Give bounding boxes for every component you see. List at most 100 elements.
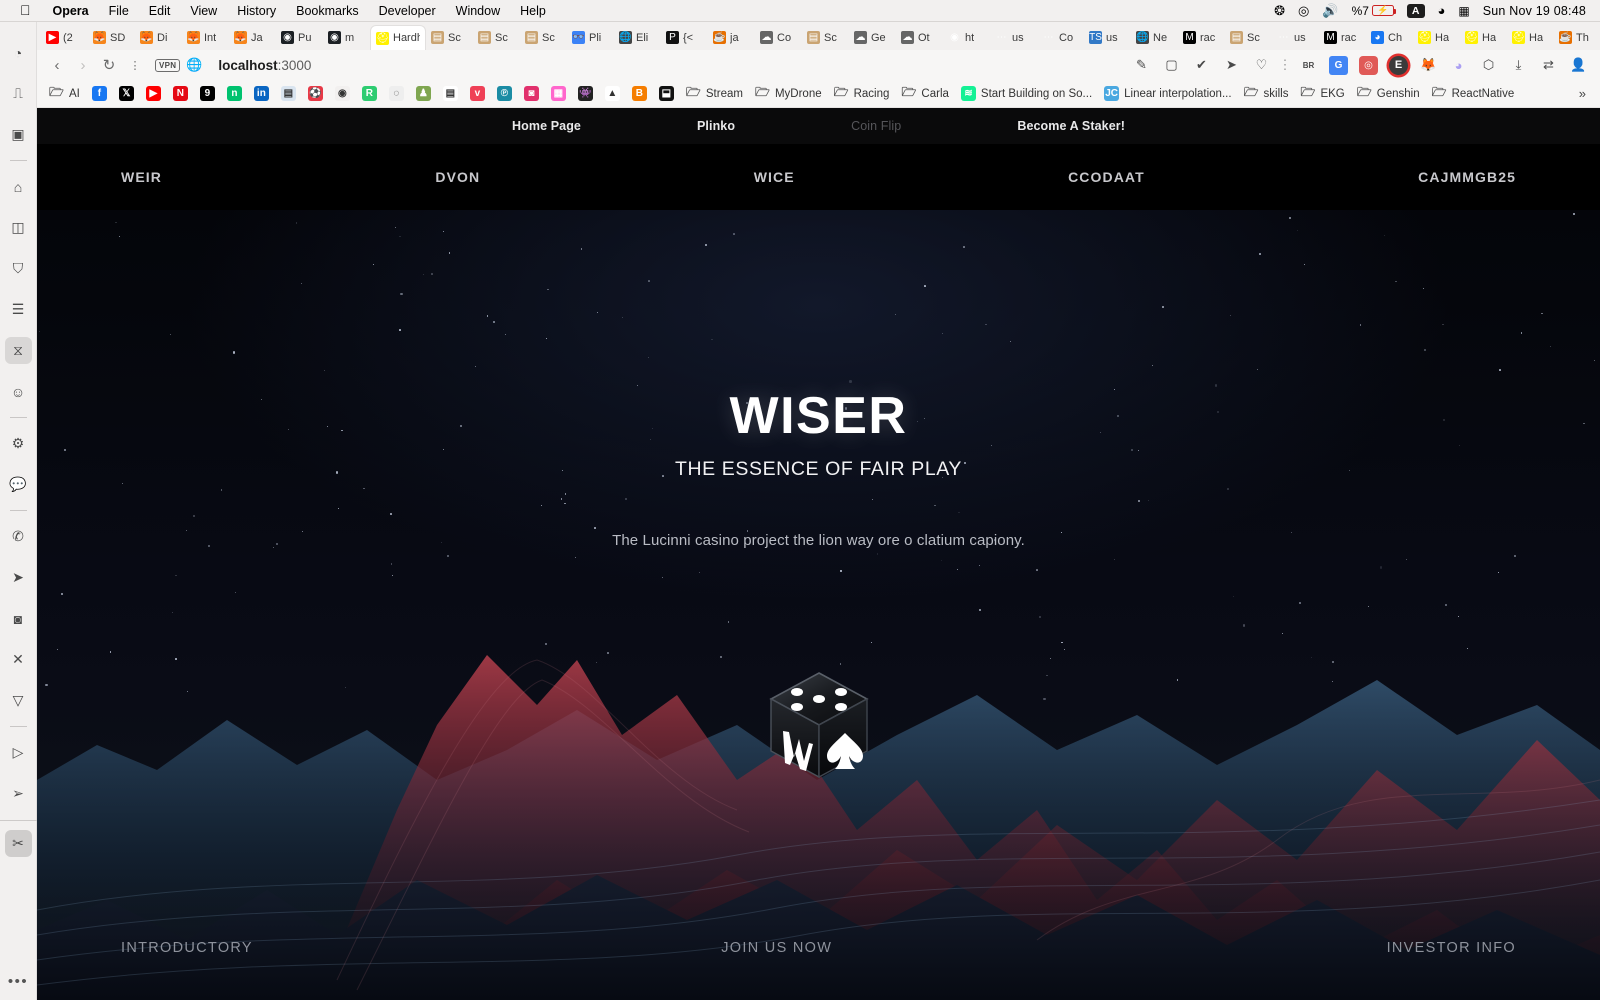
browser-tab[interactable]: ◕ Ch xyxy=(1366,25,1413,50)
browser-tab[interactable]: ⛑ Hardh xyxy=(370,25,426,50)
bookmark-item[interactable]: ▶ xyxy=(140,84,167,103)
metamask-icon[interactable]: 🦊 xyxy=(1419,56,1438,75)
browser-tab[interactable]: 🦊 Int xyxy=(182,25,229,50)
sidebar-item-toolbox-icon[interactable]: ⛉ xyxy=(5,255,32,282)
browser-tab[interactable]: Mrac xyxy=(1178,25,1225,50)
bookmark-item[interactable]: v xyxy=(464,84,491,103)
browser-tab[interactable]: ◉ ht xyxy=(943,25,990,50)
bookmark-folder[interactable]: 🗁 skills xyxy=(1238,84,1295,103)
dice-logo-icon[interactable] xyxy=(759,665,879,785)
play-circle-icon[interactable]: ◎ xyxy=(1298,3,1309,19)
bookmark-folder[interactable]: 🗁 ReactNative xyxy=(1426,84,1521,103)
browser-tab[interactable]: 🌐 Ne xyxy=(1131,25,1178,50)
sidebar-item-instagram-icon[interactable]: ◙ xyxy=(5,605,32,632)
extension-red-icon[interactable]: ◎ xyxy=(1359,55,1378,75)
apple-icon[interactable]:  xyxy=(10,3,43,19)
browser-tab[interactable]: ⋯ us xyxy=(990,25,1037,50)
sidebar-item-workspace-icon[interactable]: ⎍ xyxy=(5,80,32,107)
sidebar-item-emoji-icon[interactable]: ☺ xyxy=(5,378,32,405)
control-center-icon[interactable]: ▦ xyxy=(1458,4,1469,18)
speaker-icon[interactable]: 🔊 xyxy=(1322,3,1338,19)
bookmark-item[interactable]: ▲ xyxy=(599,84,626,103)
browser-tab[interactable]: ⋯ Co xyxy=(1037,25,1084,50)
browser-tab[interactable]: ▶ (2 xyxy=(41,25,88,50)
bottom-link-join-us-now[interactable]: JOIN US NOW xyxy=(721,940,832,956)
sidebar-item-send-icon[interactable]: ➢ xyxy=(5,780,32,807)
browser-tab[interactable]: ⛑ Ha xyxy=(1413,25,1460,50)
bookmark-folder[interactable]: 🗁 AI xyxy=(43,84,86,103)
menu-item-opera[interactable]: Opera xyxy=(43,4,99,18)
send-icon[interactable]: ➤ xyxy=(1222,56,1241,75)
browser-tab[interactable]: ▤ Sc xyxy=(520,25,567,50)
sidebar-item-home-icon[interactable]: ⌂ xyxy=(5,173,32,200)
package-icon[interactable]: ⬡ xyxy=(1479,56,1498,75)
sidebar-overflow-button[interactable]: ••• xyxy=(8,973,28,990)
browser-tab[interactable]: ⛑ Ha xyxy=(1507,25,1554,50)
bottom-link-investor-info[interactable]: INVESTOR INFO xyxy=(1387,940,1516,956)
browser-tab[interactable]: P {< xyxy=(661,25,708,50)
bookmark-item[interactable]: ◙ xyxy=(518,84,545,103)
bookmark-folder[interactable]: 🗁 Racing xyxy=(828,84,896,103)
sidebar-item-snip-tool-icon[interactable]: ✂ xyxy=(4,830,32,857)
input-source-badge[interactable]: A xyxy=(1406,3,1425,18)
bookmark-item[interactable]: ▤ xyxy=(275,84,302,103)
browser-tab[interactable]: ▤ Sc xyxy=(1225,25,1272,50)
bookmark-item[interactable]: JC Linear interpolation... xyxy=(1098,84,1237,103)
bookmark-item[interactable]: ◉ xyxy=(329,84,356,103)
bottom-link-introductory[interactable]: INTRODUCTORY xyxy=(121,940,253,956)
sidebar-item-telegram-icon[interactable]: ➤ xyxy=(5,564,32,591)
browser-tab[interactable]: ☁ Ot xyxy=(896,25,943,50)
bookmark-item[interactable]: 𝕏 xyxy=(113,84,140,103)
menu-item-help[interactable]: Help xyxy=(510,4,556,18)
downloads-icon[interactable]: ⤓ xyxy=(1509,56,1528,75)
kebab-menu-icon[interactable]: ⋮ xyxy=(1279,56,1292,75)
nav-link-home-page[interactable]: Home Page xyxy=(454,119,639,133)
bookmark-item[interactable]: 9 xyxy=(194,84,221,103)
bookmark-item[interactable]: ⬓ xyxy=(653,84,680,103)
bookmark-folder[interactable]: 🗁 MyDrone xyxy=(749,84,828,103)
browser-tab[interactable]: ☁ Co xyxy=(755,25,802,50)
menu-item-file[interactable]: File xyxy=(99,4,139,18)
bookmark-item[interactable]: ▤ xyxy=(437,84,464,103)
nav-link-plinko[interactable]: Plinko xyxy=(639,119,793,133)
bookmark-item[interactable]: ▦ xyxy=(545,84,572,103)
browser-tab[interactable]: ☕ Th xyxy=(1554,25,1600,50)
browser-tab[interactable]: ⛑ Ha xyxy=(1460,25,1507,50)
back-arrow-icon[interactable]: ‹ xyxy=(45,53,69,77)
browser-tab[interactable]: 🦊 Ja xyxy=(229,25,276,50)
kebab-menu-icon[interactable]: ⋮ xyxy=(123,53,147,77)
browser-tab[interactable]: ▤ Sc xyxy=(426,25,473,50)
edit-page-icon[interactable]: ✎ xyxy=(1132,56,1151,75)
bookmark-item[interactable]: N xyxy=(167,84,194,103)
bookmark-item[interactable]: R xyxy=(356,84,383,103)
browser-tab[interactable]: ☕ ja xyxy=(708,25,755,50)
wifi-icon[interactable]: ◕ xyxy=(1438,3,1446,18)
browser-tab[interactable]: 👓 Pli xyxy=(567,25,614,50)
browser-tab[interactable]: Mrac xyxy=(1319,25,1366,50)
vpn-badge[interactable]: VPN xyxy=(155,58,181,72)
bookmark-item[interactable]: ⚽ xyxy=(302,84,329,103)
sidebar-item-speed-dial-icon[interactable]: ◔ xyxy=(5,39,32,66)
profile-icon[interactable]: 👤 xyxy=(1569,56,1588,75)
sidebar-item-player-icon[interactable]: ▷ xyxy=(5,739,32,766)
bookmark-item[interactable]: ℗ xyxy=(491,84,518,103)
bookmark-item[interactable]: in xyxy=(248,84,275,103)
sidebar-item-tab-list-icon[interactable]: ☰ xyxy=(5,296,32,323)
bookmark-folder[interactable]: 🗁 EKG xyxy=(1294,84,1350,103)
bookmark-item[interactable]: ≋ Start Building on So... xyxy=(955,84,1098,103)
bookmark-item[interactable]: f xyxy=(86,84,113,103)
bookmark-folder[interactable]: 🗁 Carla xyxy=(895,84,954,103)
extension-e-icon[interactable]: E xyxy=(1389,55,1408,75)
bookmark-item[interactable]: 👾 xyxy=(572,84,599,103)
sidebar-item-cs-chat-icon[interactable]: 💬 xyxy=(5,471,32,498)
menu-item-view[interactable]: View xyxy=(180,4,227,18)
bookmarks-overflow-button[interactable]: » xyxy=(1571,86,1594,101)
reload-icon[interactable]: ↻ xyxy=(97,53,121,77)
bookmark-item[interactable]: ◌ xyxy=(383,84,410,103)
menu-item-history[interactable]: History xyxy=(227,4,286,18)
browser-tab[interactable]: ⋯ us xyxy=(1272,25,1319,50)
browser-tab[interactable]: ▤ Sc xyxy=(473,25,520,50)
sidebar-item-x-twitter-icon[interactable]: ✕ xyxy=(5,646,32,673)
nav-link-become-a-staker[interactable]: Become A Staker! xyxy=(959,119,1183,133)
snapshot-icon[interactable]: ▢ xyxy=(1162,56,1181,75)
